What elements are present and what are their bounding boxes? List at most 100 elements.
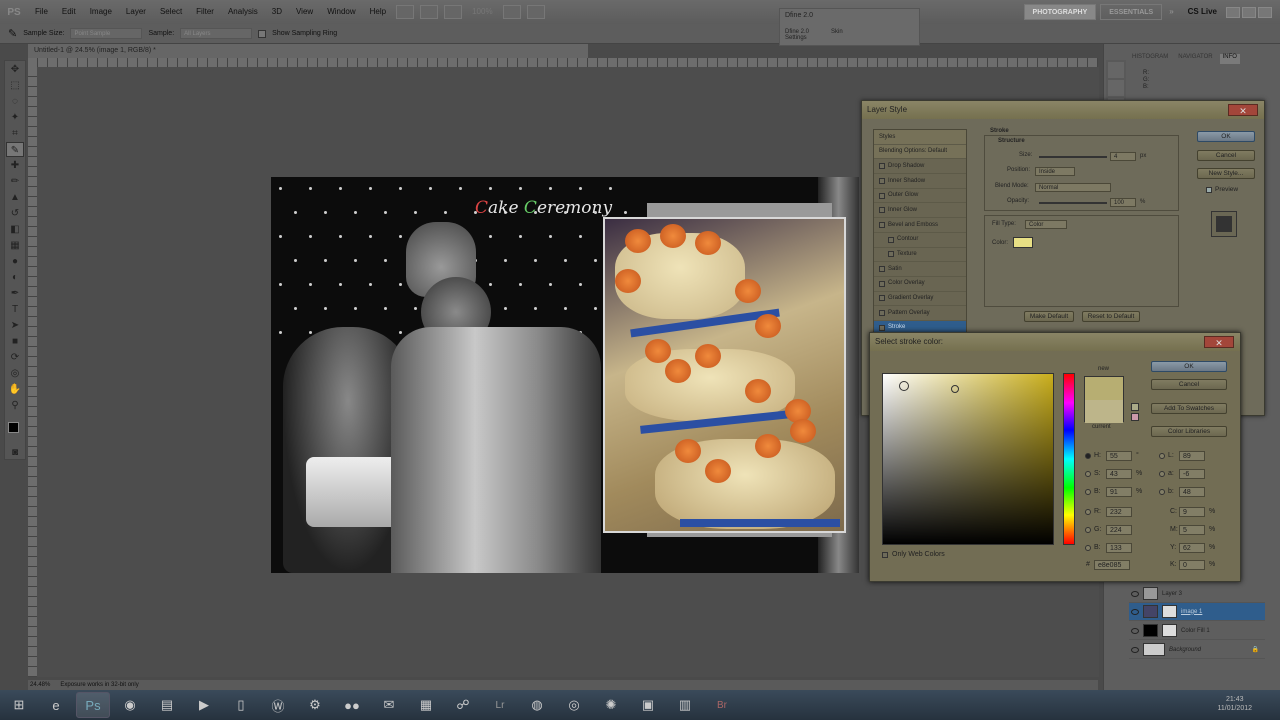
style-checkbox[interactable] <box>888 236 894 243</box>
layer-row-background[interactable]: Background 🔒 <box>1129 641 1265 659</box>
layer-row-image-1[interactable]: image 1 <box>1129 603 1265 621</box>
style-item[interactable]: Pattern Overlay <box>874 306 966 321</box>
preview-check[interactable] <box>1206 186 1212 193</box>
eraser-tool-icon[interactable]: ◧ <box>6 222 24 237</box>
more-workspaces-icon[interactable]: » <box>1162 0 1180 24</box>
document-tab[interactable]: Untitled-1 @ 24.5% (image 1, RGB/8) * <box>28 44 588 58</box>
y-field[interactable]: 62 <box>1179 543 1205 553</box>
panel-icon-2[interactable] <box>1108 80 1124 96</box>
menu-select[interactable]: Select <box>153 0 189 24</box>
close-icon[interactable]: ✕ <box>1228 104 1258 116</box>
color-swatches[interactable] <box>5 414 25 444</box>
size-field[interactable]: 4 <box>1110 152 1136 161</box>
wordpress-icon[interactable]: Ⓦ <box>261 692 295 718</box>
pen-tool-icon[interactable]: ✒ <box>6 286 24 301</box>
k-field[interactable]: 0 <box>1179 560 1205 570</box>
layer-row-layer-3[interactable]: Layer 3 <box>1129 585 1265 603</box>
eyedropper-icon[interactable]: ✎ <box>6 142 24 157</box>
style-item[interactable]: Bevel and Emboss <box>874 218 966 233</box>
workspace-essentials[interactable]: ESSENTIALS <box>1100 4 1163 20</box>
h-field[interactable]: 55 <box>1106 451 1132 461</box>
style-item[interactable]: Satin <box>874 262 966 277</box>
firefox-icon[interactable]: ◍ <box>520 692 554 718</box>
style-item[interactable]: Outer Glow <box>874 189 966 204</box>
g-radio[interactable] <box>1085 527 1091 533</box>
style-checkbox[interactable] <box>879 266 885 273</box>
blend-mode-select[interactable]: Normal <box>1035 183 1111 192</box>
style-checkbox[interactable] <box>879 177 885 184</box>
bridge-icon[interactable]: Br <box>705 692 739 718</box>
maximize-button[interactable] <box>1242 6 1256 18</box>
gamut-warning-icon[interactable] <box>1131 403 1139 411</box>
stats-icon[interactable]: ▥ <box>668 692 702 718</box>
menu-view[interactable]: View <box>289 0 320 24</box>
layer-row-color-fill-1[interactable]: Color Fill 1 <box>1129 622 1265 640</box>
video-icon[interactable]: ▣ <box>631 692 665 718</box>
lasso-tool-icon[interactable]: ◌ <box>6 94 24 109</box>
document-icon[interactable]: ▦ <box>409 692 443 718</box>
healing-brush-icon[interactable]: ✚ <box>6 158 24 173</box>
lab-b-radio[interactable] <box>1159 489 1165 495</box>
history-brush-icon[interactable]: ↺ <box>6 206 24 221</box>
taskbar-clock[interactable]: 21:43 11/01/2012 <box>1217 695 1252 713</box>
m-field[interactable]: 5 <box>1179 525 1205 535</box>
style-checkbox[interactable] <box>879 192 885 199</box>
brush-tool-icon[interactable]: ✏ <box>6 174 24 189</box>
ie-icon[interactable]: e <box>39 692 73 718</box>
menu-analysis[interactable]: Analysis <box>221 0 265 24</box>
ok-button[interactable]: OK <box>1197 131 1255 142</box>
size-slider[interactable] <box>1039 156 1107 158</box>
hue-slider[interactable] <box>1063 373 1075 545</box>
zoom-level-field[interactable]: 100% <box>465 0 499 24</box>
style-item[interactable]: Texture <box>874 248 966 263</box>
style-checkbox[interactable] <box>879 310 885 317</box>
style-item[interactable]: Inner Shadow <box>874 174 966 189</box>
workspace-photography[interactable]: PHOTOGRAPHY <box>1023 4 1097 20</box>
sample-size-select[interactable]: Point Sample <box>70 28 143 39</box>
flickr-icon[interactable]: ●● <box>335 692 369 718</box>
hex-field[interactable]: e8e085 <box>1094 560 1130 570</box>
blue-field[interactable]: 133 <box>1106 543 1132 553</box>
app-icon[interactable]: ⚙ <box>298 692 332 718</box>
eye-icon[interactable] <box>1131 646 1139 653</box>
eyedropper-tool-icon[interactable]: ✎ <box>8 27 17 40</box>
menu-edit[interactable]: Edit <box>55 0 83 24</box>
cake-ceremony-title[interactable]: Cake Ceremony <box>475 198 612 218</box>
eye-icon[interactable] <box>1131 608 1139 615</box>
g-field[interactable]: 224 <box>1106 525 1132 535</box>
c-field[interactable]: 9 <box>1179 507 1205 517</box>
view-extras-button[interactable] <box>444 5 463 19</box>
style-checkbox[interactable] <box>879 280 885 287</box>
make-default-button[interactable]: Make Default <box>1024 311 1074 322</box>
preview-checkbox[interactable]: Preview <box>1206 186 1238 193</box>
style-checkbox[interactable] <box>879 207 885 214</box>
quick-select-tool-icon[interactable]: ✦ <box>6 110 24 125</box>
blur-tool-icon[interactable]: ● <box>6 254 24 269</box>
color-picker-titlebar[interactable]: Select stroke color: ✕ <box>870 333 1240 351</box>
menu-help[interactable]: Help <box>363 0 393 24</box>
only-web-colors[interactable]: Only Web Colors <box>882 551 945 558</box>
tab-info[interactable]: INFO <box>1219 54 1240 64</box>
current-color-swatch[interactable] <box>1085 400 1123 423</box>
s-field[interactable]: 43 <box>1106 469 1132 479</box>
cs-live-button[interactable]: CS Live <box>1181 0 1224 24</box>
blue-radio[interactable] <box>1085 545 1091 551</box>
l-radio[interactable] <box>1159 453 1165 459</box>
style-item[interactable]: Gradient Overlay <box>874 292 966 307</box>
bridge-button[interactable] <box>396 5 415 19</box>
dodge-tool-icon[interactable]: ◐ <box>6 270 24 285</box>
path-select-icon[interactable]: ➤ <box>6 318 24 333</box>
move-tool-icon[interactable]: ✥ <box>6 62 24 77</box>
lightroom-icon[interactable]: Lr <box>483 692 517 718</box>
web-safe-icon[interactable] <box>1131 413 1139 421</box>
a-field[interactable]: -6 <box>1179 469 1205 479</box>
network-icon[interactable]: ☍ <box>446 692 480 718</box>
arrange-documents-button[interactable] <box>502 5 521 19</box>
tab-histogram[interactable]: HISTOGRAM <box>1129 54 1171 64</box>
style-item[interactable]: Contour <box>874 233 966 248</box>
close-window-button[interactable] <box>1258 6 1272 18</box>
shape-tool-icon[interactable]: ■ <box>6 334 24 349</box>
eye-icon[interactable] <box>1131 627 1139 634</box>
opacity-field[interactable]: 100 <box>1110 198 1136 207</box>
foreground-color[interactable] <box>8 422 19 433</box>
